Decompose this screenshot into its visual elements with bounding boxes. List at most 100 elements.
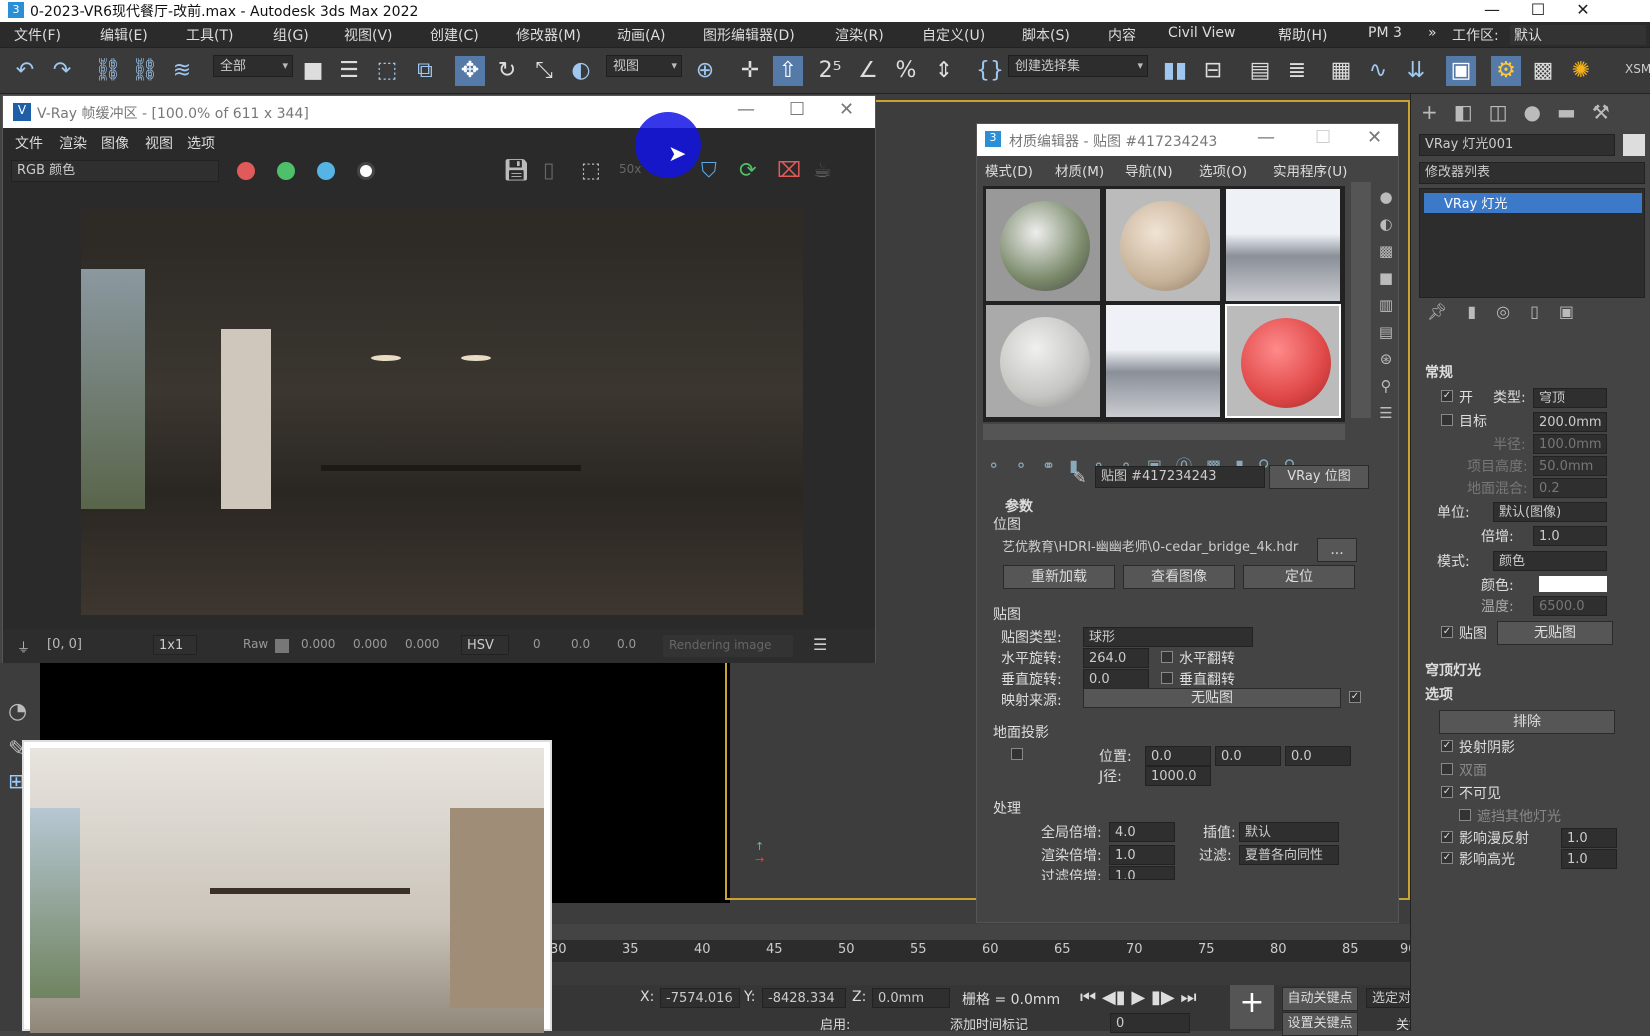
menu-scripting[interactable]: 脚本(S) (1022, 25, 1070, 45)
vfb-maximize-icon[interactable]: ☐ (789, 99, 805, 120)
maximize-icon[interactable]: ☐ (1515, 0, 1561, 22)
history-icon[interactable]: ☰ (813, 635, 827, 654)
select-rotate-icon[interactable]: ↻ (492, 56, 522, 86)
mult-field[interactable]: 1.0 (1533, 526, 1607, 546)
align-icon[interactable]: ⊟ (1198, 56, 1228, 86)
vfb-menu-render[interactable]: 渲染 (59, 133, 87, 153)
menu-tools[interactable]: 工具(T) (186, 25, 233, 45)
vfb-minimize-icon[interactable]: — (737, 99, 755, 120)
cast-shadow-checkbox[interactable]: ✓ (1441, 740, 1453, 752)
color-mode-dropdown[interactable]: HSV (461, 635, 509, 655)
schematic-view-icon[interactable]: ⇊ (1401, 56, 1431, 86)
half-field[interactable]: 100.0mm (1533, 434, 1607, 454)
type-dropdown[interactable]: 穹顶 (1533, 388, 1607, 408)
rendered-image[interactable] (81, 209, 803, 615)
bitmap-path-field[interactable]: 艺优教育\HDRI-幽幽老师\0-cedar_bridge_4k.hdr (997, 538, 1313, 560)
options-rollout[interactable]: 选项 (1425, 684, 1453, 704)
ground-blend-field[interactable]: 0.2 (1533, 478, 1607, 498)
add-key-icon[interactable]: + (1230, 985, 1274, 1029)
select-scale-icon[interactable]: ⤡ (529, 56, 559, 86)
render-production-icon[interactable]: ✺ (1566, 56, 1596, 86)
named-selection-dropdown[interactable]: 创建选择集 (1008, 55, 1148, 77)
playback-controls-icon[interactable]: ⏮ ◀▮ ▶ ▮▶ ⏭ (1080, 987, 1197, 1008)
select-by-name-icon[interactable]: ☰ (334, 56, 364, 86)
sample-slot-3[interactable] (1225, 188, 1341, 302)
green-channel-icon[interactable] (277, 162, 295, 180)
zoom-50-label[interactable]: 50x (619, 162, 641, 176)
menu-help[interactable]: 帮助(H) (1278, 25, 1327, 45)
filter-mult-field[interactable]: 1.0 (1109, 866, 1175, 880)
h-rot-field[interactable]: 264.0 (1083, 648, 1149, 668)
render-teapot-icon[interactable]: ☕︎ (813, 158, 832, 182)
pos-y-field[interactable]: 0.0 (1215, 746, 1281, 766)
pos-z-field[interactable]: 0.0 (1285, 746, 1351, 766)
map-name-field[interactable]: 贴图 #417234243 (1095, 466, 1265, 488)
sample-slot-2[interactable] (1105, 188, 1221, 302)
menu-content[interactable]: 内容 (1108, 25, 1136, 45)
mated-menu-material[interactable]: 材质(M) (1055, 160, 1104, 180)
on-checkbox[interactable]: ✓ (1441, 390, 1453, 402)
menu-customize[interactable]: 自定义(U) (922, 25, 985, 45)
clear-image-icon[interactable]: ▯ (543, 158, 555, 182)
undo-icon[interactable]: ↶ (10, 56, 40, 86)
keyboard-shortcut-icon[interactable]: ⇧ (773, 56, 803, 86)
reload-button[interactable]: 重新加载 (1003, 565, 1115, 589)
pos-x-field[interactable]: 0.0 (1145, 746, 1211, 766)
pin-icon[interactable]: ⏚ (17, 637, 30, 656)
scene-explorer-icon[interactable]: ▤ (1245, 56, 1275, 86)
cmd-tabs-icon[interactable]: +◧◫●▬⚒ (1421, 100, 1626, 124)
light-color-swatch[interactable] (1539, 576, 1607, 592)
sample-slot-4[interactable] (985, 304, 1101, 418)
double-sided-checkbox[interactable] (1441, 763, 1453, 775)
snap-toggle-icon[interactable]: 2⁵ (815, 56, 845, 86)
unlink-icon[interactable]: ⛓ (130, 56, 160, 86)
region-render-icon[interactable]: ⬚ (581, 158, 601, 182)
object-color-swatch[interactable] (1623, 134, 1645, 156)
browse-button[interactable]: ... (1317, 538, 1357, 562)
alpha-channel-icon[interactable] (357, 162, 375, 180)
render-frame-icon[interactable]: ⚙ (1491, 56, 1521, 86)
mated-menu-options[interactable]: 选项(O) (1199, 160, 1247, 180)
layer-explorer-icon[interactable]: ≣ (1282, 56, 1312, 86)
edit-named-sel-icon[interactable]: {} (975, 56, 1005, 86)
menu-pm3[interactable]: PM 3 (1368, 25, 1402, 41)
more-chevron-icon[interactable]: » (1428, 25, 1437, 41)
filter-dropdown[interactable]: 夏普各向同性 (1239, 845, 1339, 865)
sample-slot-5[interactable] (1105, 304, 1221, 418)
source-enable-checkbox[interactable]: ✓ (1349, 691, 1361, 703)
unit-dropdown[interactable]: 默认(图像) (1493, 502, 1607, 522)
select-object-icon[interactable]: ■ (298, 56, 328, 86)
selection-filter-dropdown[interactable]: 全部 (213, 55, 293, 77)
view-image-button[interactable]: 查看图像 (1123, 565, 1235, 589)
vfb-menu-options[interactable]: 选项 (187, 133, 215, 153)
v-flip-checkbox[interactable] (1161, 672, 1173, 684)
slot-side-toolbar[interactable]: ● ◐ ▩ ■ ▥ ▤ ⊛ ⚲ ☰ (1377, 184, 1395, 427)
rect-selection-icon[interactable]: ⬚ (372, 56, 402, 86)
affect-specular-checkbox[interactable]: ✓ (1441, 852, 1453, 864)
track-mouse-icon[interactable]: ⛉ (701, 158, 717, 183)
render-setup-icon[interactable]: ▣ (1446, 56, 1476, 86)
ground-proj-checkbox[interactable] (1011, 748, 1023, 760)
x-coord-field[interactable]: -7574.016 (660, 988, 740, 1008)
vfb-menu-image[interactable]: 图像 (101, 133, 129, 153)
menu-rendering[interactable]: 渲染(R) (835, 25, 884, 45)
sample-slot-6[interactable] (1225, 304, 1341, 418)
place-icon[interactable]: ◐ (566, 56, 596, 86)
add-time-tag[interactable]: 添加时间标记 (950, 1014, 1028, 1033)
red-channel-icon[interactable] (237, 162, 255, 180)
mated-maximize-icon[interactable]: ☐ (1315, 127, 1331, 148)
menu-create[interactable]: 创建(C) (430, 25, 479, 45)
affect-specular-field[interactable]: 1.0 (1561, 849, 1617, 869)
mated-menu-navigation[interactable]: 导航(N) (1125, 160, 1173, 180)
eyedropper-icon[interactable]: ✎ (1073, 468, 1086, 487)
stack-tools-icon[interactable]: 📌︎▮◎▯▣ (1427, 302, 1594, 321)
locate-button[interactable]: 定位 (1243, 565, 1355, 589)
mated-close-icon[interactable]: ✕ (1367, 127, 1382, 148)
auto-key-button[interactable]: 自动关键点 (1282, 987, 1358, 1011)
angle-snap-icon[interactable]: ∠ (853, 56, 883, 86)
menu-edit[interactable]: 编辑(E) (100, 25, 148, 45)
bind-space-warp-icon[interactable]: ≋ (167, 56, 197, 86)
curve-editor-icon[interactable]: ∿ (1363, 56, 1393, 86)
ref-coord-dropdown[interactable]: 视图 (606, 55, 682, 77)
save-image-icon[interactable]: 💾︎ (503, 158, 530, 183)
